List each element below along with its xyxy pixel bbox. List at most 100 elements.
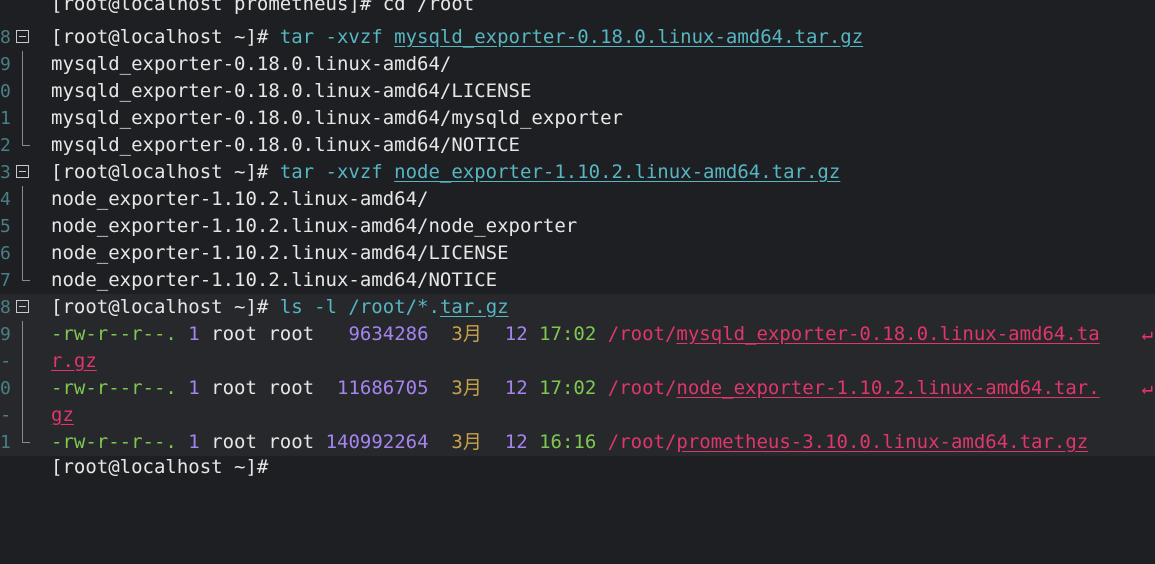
file-size: 9634286 (348, 323, 429, 345)
line-number: 9 (0, 324, 11, 345)
terminal-line: [root@localhost prometheus]# cd /root (0, 0, 1155, 27)
fold-guide (22, 321, 23, 348)
fold-guide (22, 348, 23, 375)
shell-prompt: [root@localhost ~]# (51, 296, 280, 318)
command-output: mysqld_exporter-0.18.0.linux-amd64/NOTIC… (51, 134, 520, 156)
file-size: 140992264 (325, 431, 429, 453)
file-path-link[interactable]: gz (51, 402, 74, 429)
ls-entry: -rw-r--r--. 1 root root 11686705 3月 12 1… (51, 375, 1100, 402)
terminal-line: 8 [root@localhost ~]# tar -xvzf mysqld_e… (0, 24, 1155, 51)
terminal-line: 3 [root@localhost ~]# tar -xvzf node_exp… (0, 159, 1155, 186)
terminal-line: 1 mysqld_exporter-0.18.0.linux-amd64/mys… (0, 105, 1155, 132)
line-number: 6 (0, 243, 11, 264)
fold-collapse-icon[interactable] (16, 30, 29, 43)
line-wrap-icon: ↵ (1141, 323, 1153, 345)
file-time: 16:16 (539, 431, 597, 453)
command-text: tar -xvzf (279, 161, 395, 183)
command-output: node_exporter-1.10.2.linux-amd64/LICENSE (51, 242, 509, 264)
fold-collapse-icon[interactable] (16, 300, 29, 313)
file-day: 12 (504, 377, 528, 399)
terminal-line: 6 node_exporter-1.10.2.linux-amd64/LICEN… (0, 240, 1155, 267)
fold-guide-end (22, 429, 30, 443)
terminal-line: 7 node_exporter-1.10.2.linux-amd64/NOTIC… (0, 267, 1155, 294)
ls-entry: -rw-r--r--. 1 root root 140992264 3月 12 … (51, 429, 1088, 456)
link-count: 1 (188, 431, 200, 453)
terminal-line: 9 mysqld_exporter-0.18.0.linux-amd64/ (0, 51, 1155, 78)
link-count: 1 (188, 377, 200, 399)
command-argument-link[interactable]: node_exporter-1.10.2.linux-amd64.tar.gz (394, 161, 840, 183)
ls-entry: -rw-r--r--. 1 root root 9634286 3月 12 17… (51, 321, 1100, 348)
file-path-link[interactable]: mysqld_exporter-0.18.0.linux-amd64.ta (676, 323, 1099, 345)
path-prefix: /root/ (607, 377, 677, 399)
line-number: 0 (0, 378, 11, 399)
fold-guide-end (22, 132, 30, 146)
command-output: mysqld_exporter-0.18.0.linux-amd64/ (51, 53, 452, 75)
fold-collapse-icon[interactable] (16, 165, 29, 178)
terminal-line: 5 node_exporter-1.10.2.linux-amd64/node_… (0, 213, 1155, 240)
fold-guide (22, 240, 23, 267)
command-output: mysqld_exporter-0.18.0.linux-amd64/mysql… (51, 107, 623, 129)
file-month: 3月 (451, 377, 482, 399)
file-permissions: -rw-r--r--. (51, 323, 189, 345)
file-permissions: -rw-r--r--. (51, 377, 189, 399)
line-number: 5 (0, 216, 11, 237)
file-month: 3月 (451, 323, 482, 345)
file-path-link[interactable]: r.gz (51, 348, 97, 375)
fold-guide (22, 105, 23, 132)
terminal-line: 9 -rw-r--r--. 1 root root 9634286 3月 12 … (0, 321, 1155, 348)
file-time: 17:02 (539, 377, 597, 399)
shell-prompt[interactable]: [root@localhost ~]# (51, 454, 268, 481)
prompt-line: [root@localhost ~]# ls -l /root/*.tar.gz (51, 294, 509, 321)
file-owner: root root (199, 323, 349, 345)
link-count: 1 (188, 323, 200, 345)
file-path-link[interactable]: node_exporter-1.10.2.linux-amd64.tar. (676, 377, 1099, 399)
line-number: - (0, 350, 12, 372)
path-prefix: /root/ (607, 431, 677, 453)
terminal-window[interactable]: [root@localhost prometheus]# cd /root 8 … (0, 0, 1155, 478)
line-wrap-icon: ↵ (1141, 377, 1153, 399)
file-day: 12 (504, 323, 528, 345)
terminal-line: 1 -rw-r--r--. 1 root root 140992264 3月 1… (0, 429, 1155, 456)
fold-guide (22, 402, 23, 429)
command-output: [root@localhost prometheus]# cd /root (51, 0, 475, 15)
line-number: 7 (0, 270, 11, 291)
file-owner: root root (199, 431, 326, 453)
line-number: 0 (0, 81, 11, 102)
file-time: 17:02 (539, 323, 597, 345)
command-text: tar -xvzf (279, 26, 395, 48)
line-number: 8 (0, 297, 11, 318)
fold-guide-end (22, 267, 30, 281)
command-argument-link[interactable]: tar.gz (440, 296, 509, 318)
file-month: 3月 (451, 431, 482, 453)
line-number: - (0, 404, 12, 426)
line-number: 8 (0, 27, 11, 48)
line-number: 4 (0, 189, 11, 210)
line-number: 1 (0, 432, 11, 453)
command-output: node_exporter-1.10.2.linux-amd64/NOTICE (51, 269, 498, 291)
prompt-line: [root@localhost ~]# tar -xvzf mysqld_exp… (51, 24, 863, 51)
file-permissions: -rw-r--r--. (51, 431, 189, 453)
terminal-line: - r.gz (0, 348, 1155, 375)
command-text: ls -l /root/*. (279, 296, 440, 318)
terminal-line: 2 mysqld_exporter-0.18.0.linux-amd64/NOT… (0, 132, 1155, 159)
fold-guide (22, 51, 23, 78)
command-output: node_exporter-1.10.2.linux-amd64/ (51, 188, 429, 210)
shell-prompt: [root@localhost ~]# (51, 161, 280, 183)
command-output: node_exporter-1.10.2.linux-amd64/node_ex… (51, 215, 578, 237)
terminal-line: - gz (0, 402, 1155, 429)
fold-guide (22, 186, 23, 213)
file-path-link[interactable]: prometheus-3.10.0.linux-amd64.tar.gz (676, 431, 1088, 453)
command-argument-link[interactable]: mysqld_exporter-0.18.0.linux-amd64.tar.g… (394, 26, 863, 48)
line-number: 2 (0, 135, 11, 156)
line-number: 3 (0, 162, 11, 183)
shell-prompt: [root@localhost ~]# (51, 26, 280, 48)
terminal-line: 4 node_exporter-1.10.2.linux-amd64/ (0, 186, 1155, 213)
fold-guide (22, 78, 23, 105)
fold-guide (22, 375, 23, 402)
terminal-line: 8 [root@localhost ~]# ls -l /root/*.tar.… (0, 294, 1155, 321)
file-owner: root root (199, 377, 338, 399)
fold-guide (22, 213, 23, 240)
path-prefix: /root/ (607, 323, 677, 345)
terminal-line: 0 -rw-r--r--. 1 root root 11686705 3月 12… (0, 375, 1155, 402)
file-size: 11686705 (337, 377, 429, 399)
